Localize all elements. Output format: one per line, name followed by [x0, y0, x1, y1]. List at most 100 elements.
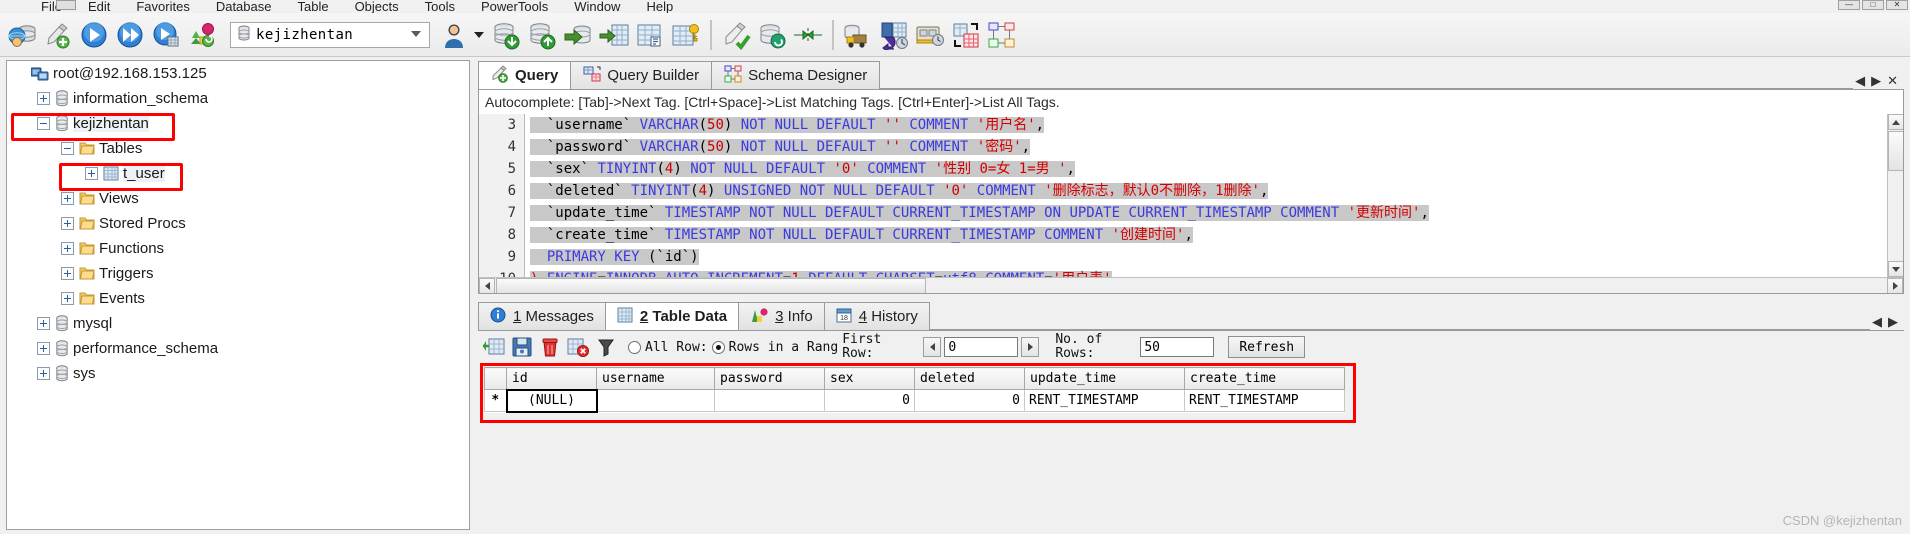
- tree-item-mysql[interactable]: mysql: [7, 311, 469, 336]
- query-formatter-icon[interactable]: [948, 17, 984, 53]
- compare-schema-icon[interactable]: [790, 17, 826, 53]
- formatter-icon[interactable]: [718, 17, 754, 53]
- scroll-left-icon[interactable]: [479, 278, 495, 293]
- code-line[interactable]: PRIMARY KEY (`id`): [526, 246, 1887, 268]
- tree-item-sys[interactable]: sys: [7, 361, 469, 386]
- execute-all-queries-icon[interactable]: [112, 17, 148, 53]
- cell-update-time[interactable]: RENT_TIMESTAMP: [1024, 389, 1185, 412]
- tree-item-views[interactable]: Views: [7, 186, 469, 211]
- notifications-icon[interactable]: [912, 17, 948, 53]
- system-menu-icon[interactable]: [56, 0, 76, 10]
- menu-item-objects[interactable]: Objects: [342, 0, 412, 13]
- vscroll-thumb[interactable]: [1888, 131, 1903, 171]
- scheduled-backup-icon[interactable]: [876, 17, 912, 53]
- tab-messages[interactable]: 1 Messages: [478, 302, 606, 330]
- radio-rows-in-range[interactable]: Rows in a Rang: [711, 340, 838, 355]
- tree-item-information-schema[interactable]: information_schema: [7, 86, 469, 111]
- expand-icon[interactable]: [37, 367, 50, 380]
- cell-deleted[interactable]: 0: [914, 389, 1025, 412]
- code-line[interactable]: `create_time` TIMESTAMP NOT NULL DEFAULT…: [526, 224, 1887, 246]
- tree-item-kejizhentan[interactable]: kejizhentan: [7, 111, 469, 136]
- tree-item-tables[interactable]: Tables: [7, 136, 469, 161]
- delete-row-icon[interactable]: [538, 335, 562, 359]
- code-line[interactable]: `username` VARCHAR(50) NOT NULL DEFAULT …: [526, 114, 1887, 136]
- cell-username[interactable]: [596, 389, 715, 412]
- delete-all-rows-icon[interactable]: [566, 335, 590, 359]
- schema-designer-icon[interactable]: [984, 17, 1020, 53]
- expand-icon[interactable]: [85, 167, 98, 180]
- tab-query-builder[interactable]: Query Builder: [570, 61, 713, 89]
- cell-password[interactable]: [714, 389, 825, 412]
- tab-scroll-right-icon[interactable]: ▶: [1869, 73, 1883, 89]
- user-manager-dropdown-arrow-icon[interactable]: [474, 31, 484, 38]
- minimize-button[interactable]: —: [1838, 0, 1860, 10]
- refresh-objects-icon[interactable]: [184, 17, 220, 53]
- scroll-down-icon[interactable]: [1888, 261, 1903, 277]
- save-changes-icon[interactable]: [510, 335, 534, 359]
- code-line[interactable]: ) ENGINE=INNODB AUTO_INCREMENT=1 DEFAULT…: [526, 268, 1887, 277]
- import-external-data-icon[interactable]: [560, 17, 596, 53]
- result-scroll-left-icon[interactable]: ◀: [1870, 314, 1884, 330]
- tab-query[interactable]: Query: [478, 61, 572, 89]
- tab-history[interactable]: 18 4 History: [823, 302, 930, 330]
- tree-item-events[interactable]: Events: [7, 286, 469, 311]
- expand-icon[interactable]: [61, 242, 74, 255]
- tab-schema-designer[interactable]: Schema Designer: [711, 61, 881, 89]
- menu-item-help[interactable]: Help: [633, 0, 686, 13]
- filter-icon[interactable]: [594, 335, 618, 359]
- first-row-spinner[interactable]: [923, 337, 1040, 357]
- object-browser-tree[interactable]: root@192.168.153.125 information_schema ke…: [6, 60, 470, 530]
- editor-vertical-scrollbar[interactable]: [1887, 114, 1903, 277]
- tab-close-icon[interactable]: ✕: [1885, 73, 1900, 89]
- menu-item-favorites[interactable]: Favorites: [123, 0, 202, 13]
- tab-info[interactable]: 3 Info: [738, 302, 825, 330]
- menu-item-tools[interactable]: Tools: [412, 0, 468, 13]
- refresh-button[interactable]: Refresh: [1228, 336, 1306, 358]
- execute-query-new-tab-icon[interactable]: [148, 17, 184, 53]
- collapse-icon[interactable]: [61, 142, 74, 155]
- code-line[interactable]: `update_time` TIMESTAMP NOT NULL DEFAULT…: [526, 202, 1887, 224]
- expand-icon[interactable]: [37, 342, 50, 355]
- row-marker-cell[interactable]: *: [484, 389, 507, 412]
- scroll-up-icon[interactable]: [1888, 114, 1903, 130]
- connection-manager-icon[interactable]: [4, 17, 40, 53]
- cell-create-time[interactable]: RENT_TIMESTAMP: [1184, 389, 1345, 412]
- radio-all-rows[interactable]: All Row:: [628, 340, 708, 355]
- tree-item-stored-procs[interactable]: Stored Procs: [7, 211, 469, 236]
- menu-item-database[interactable]: Database: [203, 0, 285, 13]
- column-header-password[interactable]: password: [714, 367, 825, 390]
- database-combo[interactable]: kejizhentan: [230, 21, 430, 48]
- expand-icon[interactable]: [61, 292, 74, 305]
- table-row[interactable]: * (NULL) 0 0 RENT_TIMESTAMP RENT_TIMESTA…: [484, 388, 1345, 413]
- code-line[interactable]: `sex` TINYINT(4) NOT NULL DEFAULT '0' CO…: [526, 158, 1887, 180]
- tree-item-triggers[interactable]: Triggers: [7, 261, 469, 286]
- hscroll-thumb[interactable]: [496, 278, 926, 293]
- menu-item-table[interactable]: Table: [284, 0, 341, 13]
- column-header-id[interactable]: id: [506, 367, 597, 390]
- sql-code-area[interactable]: `username` VARCHAR(50) NOT NULL DEFAULT …: [526, 114, 1887, 277]
- execute-query-icon[interactable]: [76, 17, 112, 53]
- column-header-create-time[interactable]: create_time: [1184, 367, 1345, 390]
- expand-icon[interactable]: [37, 92, 50, 105]
- first-row-prev-button[interactable]: [923, 337, 942, 357]
- tree-item-root-192-168-153-125[interactable]: root@192.168.153.125: [7, 61, 469, 86]
- tree-item-performance-schema[interactable]: performance_schema: [7, 336, 469, 361]
- result-scroll-right-icon[interactable]: ▶: [1886, 314, 1900, 330]
- maximize-button[interactable]: □: [1862, 0, 1884, 10]
- expand-icon[interactable]: [61, 192, 74, 205]
- code-line[interactable]: `password` VARCHAR(50) NOT NULL DEFAULT …: [526, 136, 1887, 158]
- migration-toolkit-icon[interactable]: [840, 17, 876, 53]
- first-row-next-button[interactable]: [1021, 337, 1040, 357]
- insert-row-icon[interactable]: [482, 335, 506, 359]
- new-query-icon[interactable]: [40, 17, 76, 53]
- close-button[interactable]: ✕: [1886, 0, 1908, 10]
- code-line[interactable]: `deleted` TINYINT(4) UNSIGNED NOT NULL D…: [526, 180, 1887, 202]
- sql-editor[interactable]: 345678910 `username` VARCHAR(50) NOT NUL…: [478, 114, 1904, 294]
- column-header-username[interactable]: username: [596, 367, 715, 390]
- restore-database-icon[interactable]: [524, 17, 560, 53]
- expand-icon[interactable]: [61, 267, 74, 280]
- manage-indexes-icon[interactable]: [668, 17, 704, 53]
- first-row-input[interactable]: [944, 337, 1019, 357]
- expand-icon[interactable]: [37, 317, 50, 330]
- cell-id[interactable]: (NULL): [505, 388, 598, 413]
